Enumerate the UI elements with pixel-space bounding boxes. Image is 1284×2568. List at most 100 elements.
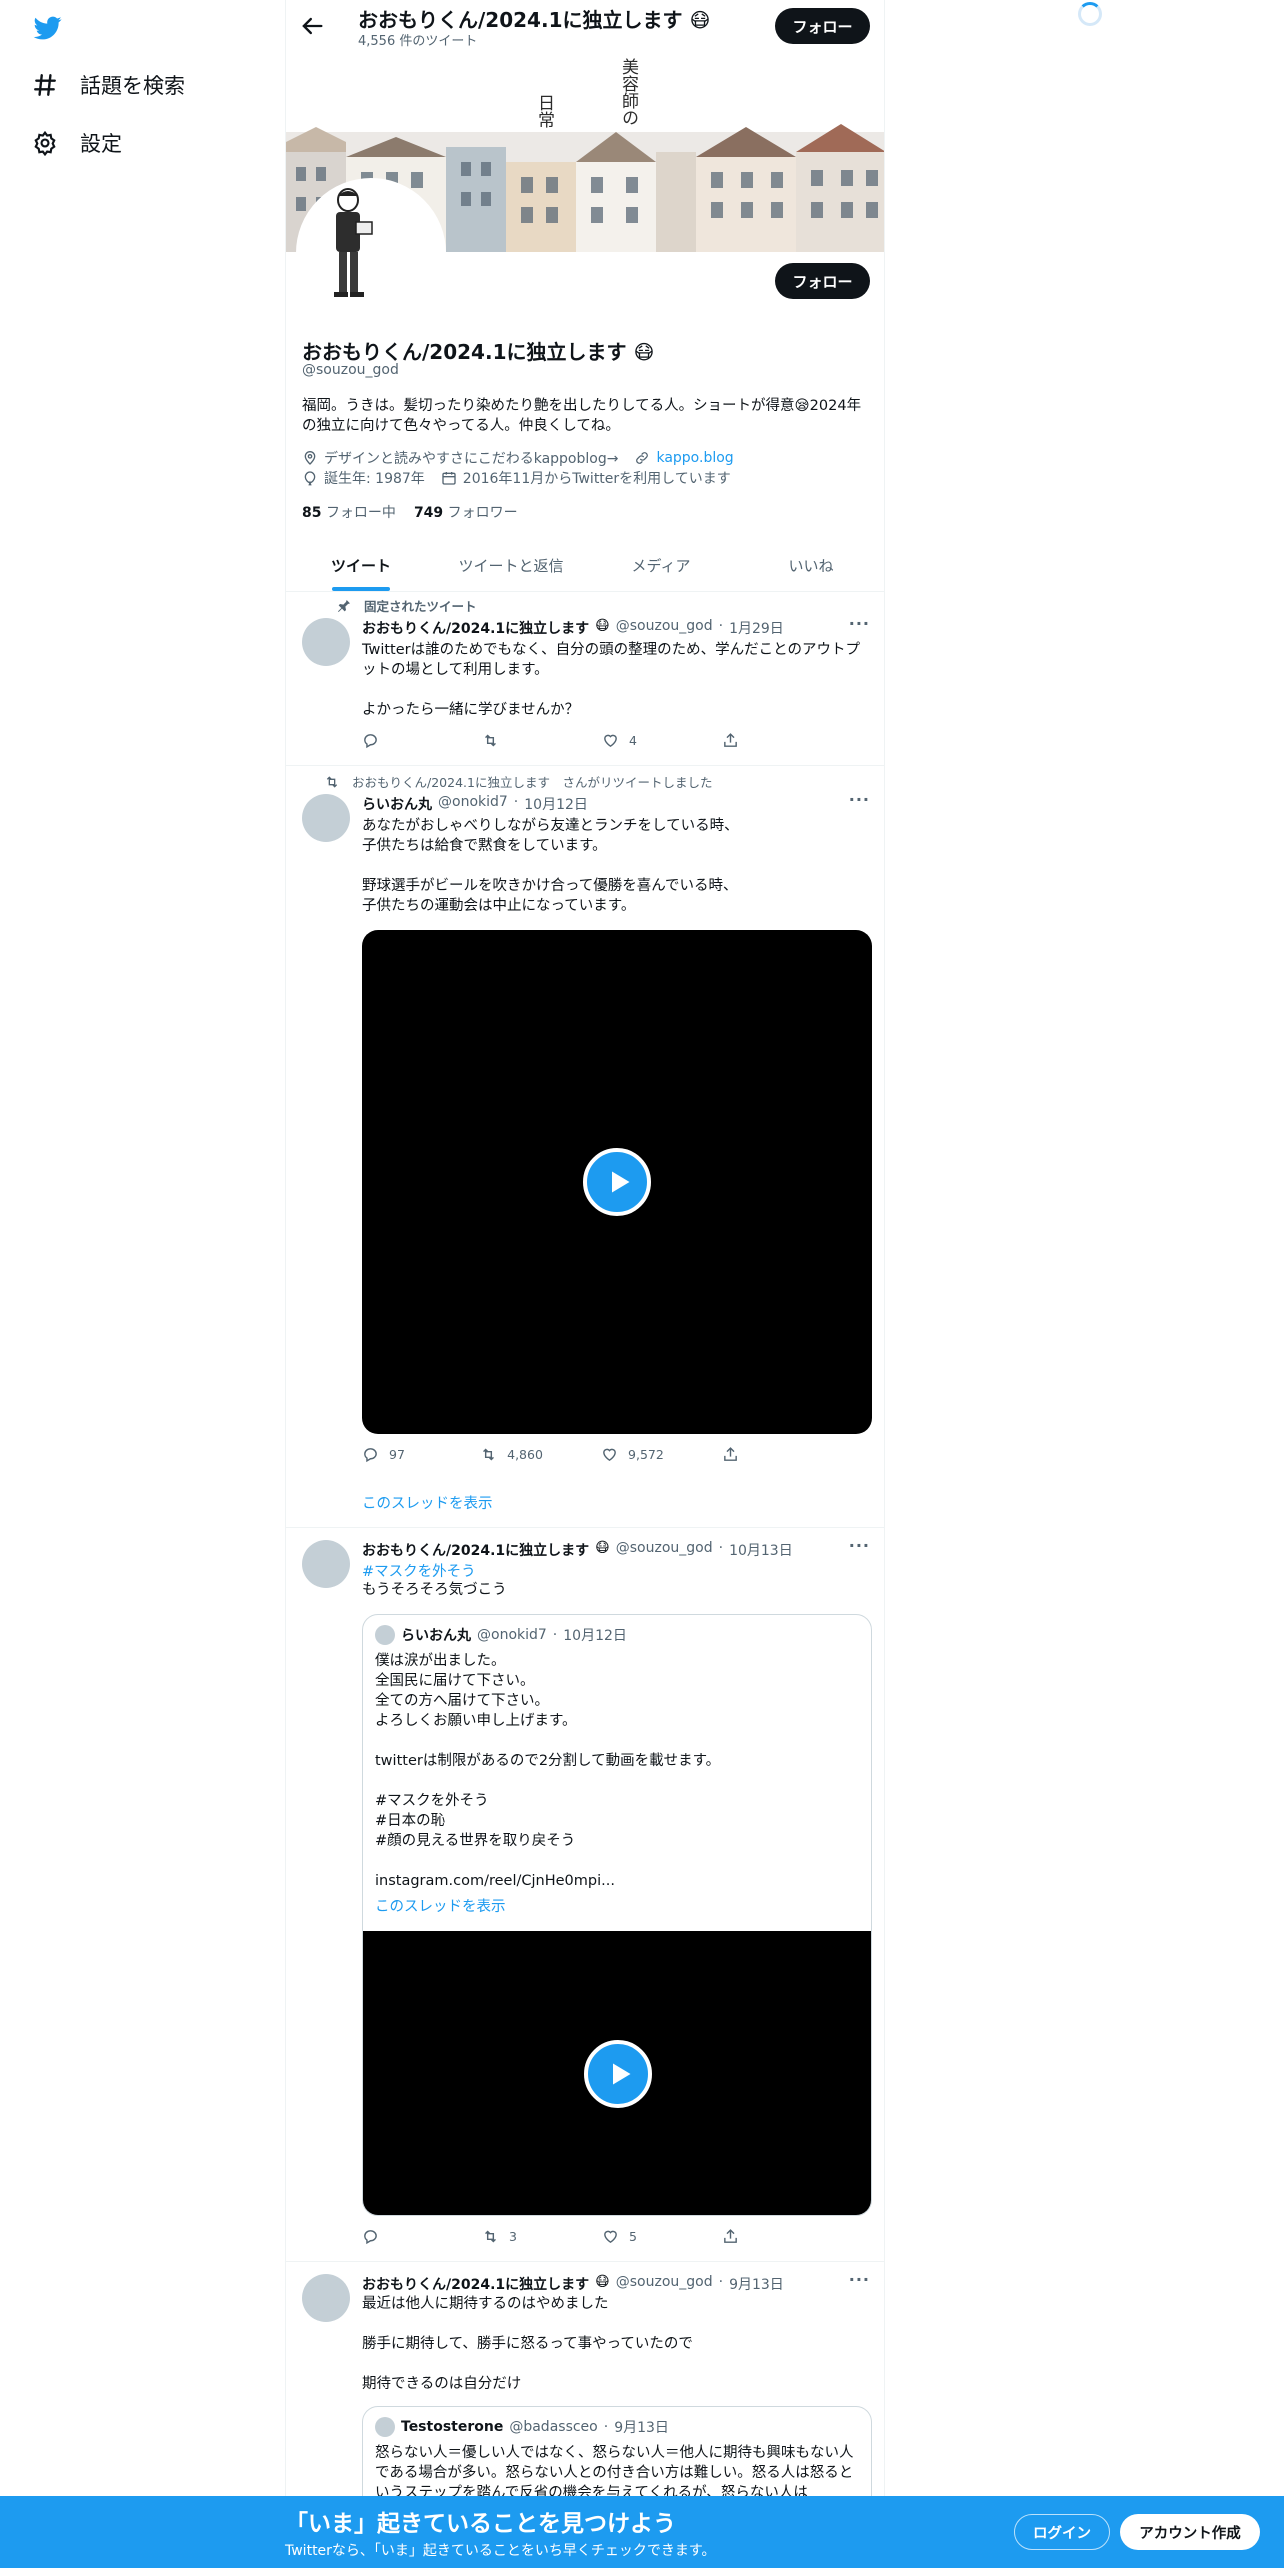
- tweet-pinned[interactable]: 固定されたツイート おおもりくん/2024.1に独立します 😷 @souzou_g…: [286, 592, 884, 766]
- avatar[interactable]: [302, 618, 350, 666]
- video-player[interactable]: [362, 930, 872, 1434]
- more-options-icon[interactable]: ···: [849, 614, 870, 633]
- tweet-retweet[interactable]: おおもりくん/2024.1に独立します さんがリツイートしました らいおん丸 @…: [286, 766, 884, 1528]
- profile-follow-button[interactable]: フォロー: [775, 263, 870, 299]
- tweet-author-name[interactable]: おおもりくん/2024.1に独立します: [362, 2274, 589, 2294]
- tweet-actions: 97 4,860 9,572: [362, 1446, 782, 1463]
- tab-likes[interactable]: いいね: [736, 540, 884, 591]
- more-options-icon[interactable]: ···: [849, 1536, 870, 1555]
- header-follow-button[interactable]: フォロー: [775, 8, 870, 44]
- retweet-icon: [483, 1448, 495, 1461]
- retweet-icon: [326, 775, 338, 788]
- followers-link[interactable]: 749 フォロワー: [414, 502, 518, 522]
- back-arrow-icon[interactable]: [298, 12, 326, 40]
- profile-meta-row1: デザインと読みやすさにこだわるkappoblog→ kappo.blog: [302, 448, 734, 468]
- more-options-icon[interactable]: ···: [849, 2270, 870, 2289]
- profile-avatar[interactable]: [296, 178, 446, 328]
- tweet-quote-1[interactable]: おおもりくん/2024.1に独立します 😷 @souzou_god · 10月13…: [286, 1528, 884, 2262]
- tweet-actions: 4: [362, 732, 782, 749]
- video-player[interactable]: [363, 1931, 871, 2215]
- login-button[interactable]: ログイン: [1014, 2514, 1110, 2550]
- pin-icon: [338, 599, 350, 612]
- nav-explore[interactable]: 話題を検索: [32, 70, 185, 100]
- balloon-icon: [304, 471, 316, 486]
- share-icon: [724, 2229, 737, 2243]
- reply-button[interactable]: [362, 2228, 422, 2245]
- retweet-button[interactable]: [482, 732, 542, 749]
- tweet-date[interactable]: 1月29日: [729, 618, 784, 638]
- retweeted-by-label[interactable]: おおもりくん/2024.1に独立します さんがリツイートしました: [352, 772, 712, 791]
- play-button[interactable]: [584, 2040, 652, 2108]
- profile-name: おおもりくん/2024.1に独立します 😷: [302, 340, 655, 364]
- quoted-text: 怒らない人＝優しい人ではなく、怒らない人＝他人に期待も興味もない人である場合が多…: [375, 2445, 854, 2501]
- nav-settings[interactable]: 設定: [32, 128, 122, 158]
- tweet-header: おおもりくん/2024.1に独立します 😷 @souzou_god · 1月29日: [362, 618, 784, 638]
- tweet-date[interactable]: 9月13日: [729, 2274, 784, 2294]
- tweet-author-handle[interactable]: @souzou_god: [616, 2274, 713, 2294]
- banner-text-col2: 日常: [534, 94, 554, 128]
- bottom-bar-subtitle: Twitterなら、「いま」起きていることをいち早くチェックできます。: [285, 2543, 716, 2559]
- tweet-text: Twitterは誰のためでもなく、自分の頭の整理のため、学んだことのアウトプット…: [362, 642, 860, 718]
- twitter-logo-icon[interactable]: [32, 14, 64, 42]
- nav-settings-label: 設定: [80, 132, 122, 156]
- quoted-author-name: らいおん丸: [401, 1628, 471, 1644]
- tweet-date[interactable]: 10月12日: [524, 794, 588, 814]
- left-nav: 話題を検索 設定: [0, 0, 285, 2568]
- more-options-icon[interactable]: ···: [849, 790, 870, 809]
- following-link[interactable]: 85 フォロー中: [302, 502, 396, 522]
- quoted-author-handle: @badassceo: [509, 2419, 598, 2435]
- profile-joined: 2016年11月からTwitterを利用しています: [462, 471, 731, 487]
- avatar[interactable]: [302, 794, 350, 842]
- tweet-author-handle[interactable]: @souzou_god: [616, 618, 713, 638]
- quoted-date: 10月12日: [563, 1628, 627, 1644]
- header-tweet-count: 4,556 件のツイート: [358, 34, 478, 49]
- avatar: [375, 1625, 395, 1645]
- quoted-author-handle: @onokid7: [477, 1627, 547, 1643]
- reply-button[interactable]: [362, 732, 422, 749]
- profile-bio: 福岡。うきは。髪切ったり染めたり艶を出したりしてる人。ショートが得意😪2024年…: [302, 398, 862, 434]
- tweet-author-handle[interactable]: @souzou_god: [616, 1540, 713, 1560]
- header-title: おおもりくん/2024.1に独立します 😷: [358, 8, 711, 32]
- hashtag-icon: [34, 74, 56, 96]
- tab-media[interactable]: メディア: [586, 540, 736, 591]
- quoted-show-thread-link[interactable]: このスレッドを表示: [375, 1895, 506, 1916]
- heart-icon: [604, 2230, 617, 2244]
- tweet-author-name[interactable]: おおもりくん/2024.1に独立します: [362, 1540, 589, 1560]
- tweet-author-name[interactable]: らいおん丸: [362, 794, 432, 814]
- like-button[interactable]: 4: [602, 732, 662, 749]
- tweet-date[interactable]: 10月13日: [729, 1540, 793, 1560]
- play-button[interactable]: [583, 1148, 651, 1216]
- retweet-icon: [485, 734, 496, 747]
- reply-icon: [364, 734, 377, 749]
- hashtag-link[interactable]: #マスクを外そう: [362, 1560, 476, 1581]
- tweet-text: 最近は他人に期待するのはやめました 勝手に期待して、勝手に怒るって事やっていたの…: [362, 2296, 693, 2392]
- share-button[interactable]: [722, 732, 782, 749]
- tweet-author-handle[interactable]: @onokid7: [438, 794, 508, 814]
- profile-tabs: ツイート ツイートと返信 メディア いいね: [286, 540, 884, 592]
- pinned-label-row: 固定されたツイート: [336, 596, 477, 615]
- profile-follow-counts: 85 フォロー中 749 フォロワー: [302, 502, 518, 522]
- gear-icon: [34, 130, 56, 156]
- avatar[interactable]: [302, 2274, 350, 2322]
- tab-tweets[interactable]: ツイート: [286, 540, 436, 591]
- quoted-tweet[interactable]: らいおん丸 @onokid7 · 10月12日 僕は涙が出ました。 全国民に届け…: [362, 1614, 872, 2216]
- avatar[interactable]: [302, 1540, 350, 1588]
- profile-website-link[interactable]: kappo.blog: [656, 450, 733, 466]
- retweet-button[interactable]: 3: [482, 2228, 542, 2245]
- avatar-illustration: [300, 182, 442, 324]
- retweet-button[interactable]: 4,860: [480, 1446, 543, 1463]
- like-button[interactable]: 9,572: [601, 1446, 664, 1463]
- tweet-author-name[interactable]: おおもりくん/2024.1に独立します: [362, 618, 589, 638]
- signup-button[interactable]: アカウント作成: [1120, 2514, 1260, 2550]
- calendar-icon: [442, 472, 456, 485]
- share-button[interactable]: [722, 2228, 782, 2245]
- banner-text-col1: 美容師の: [618, 58, 638, 126]
- loading-spinner-icon: [1078, 2, 1102, 26]
- like-button[interactable]: 5: [602, 2228, 662, 2245]
- play-icon: [612, 1171, 630, 1193]
- tweet-actions: 3 5: [362, 2228, 782, 2245]
- reply-button[interactable]: 97: [362, 1446, 422, 1463]
- tab-tweets-and-replies[interactable]: ツイートと返信: [436, 540, 586, 591]
- share-button[interactable]: [722, 1446, 782, 1463]
- show-thread-link[interactable]: このスレッドを表示: [362, 1492, 493, 1513]
